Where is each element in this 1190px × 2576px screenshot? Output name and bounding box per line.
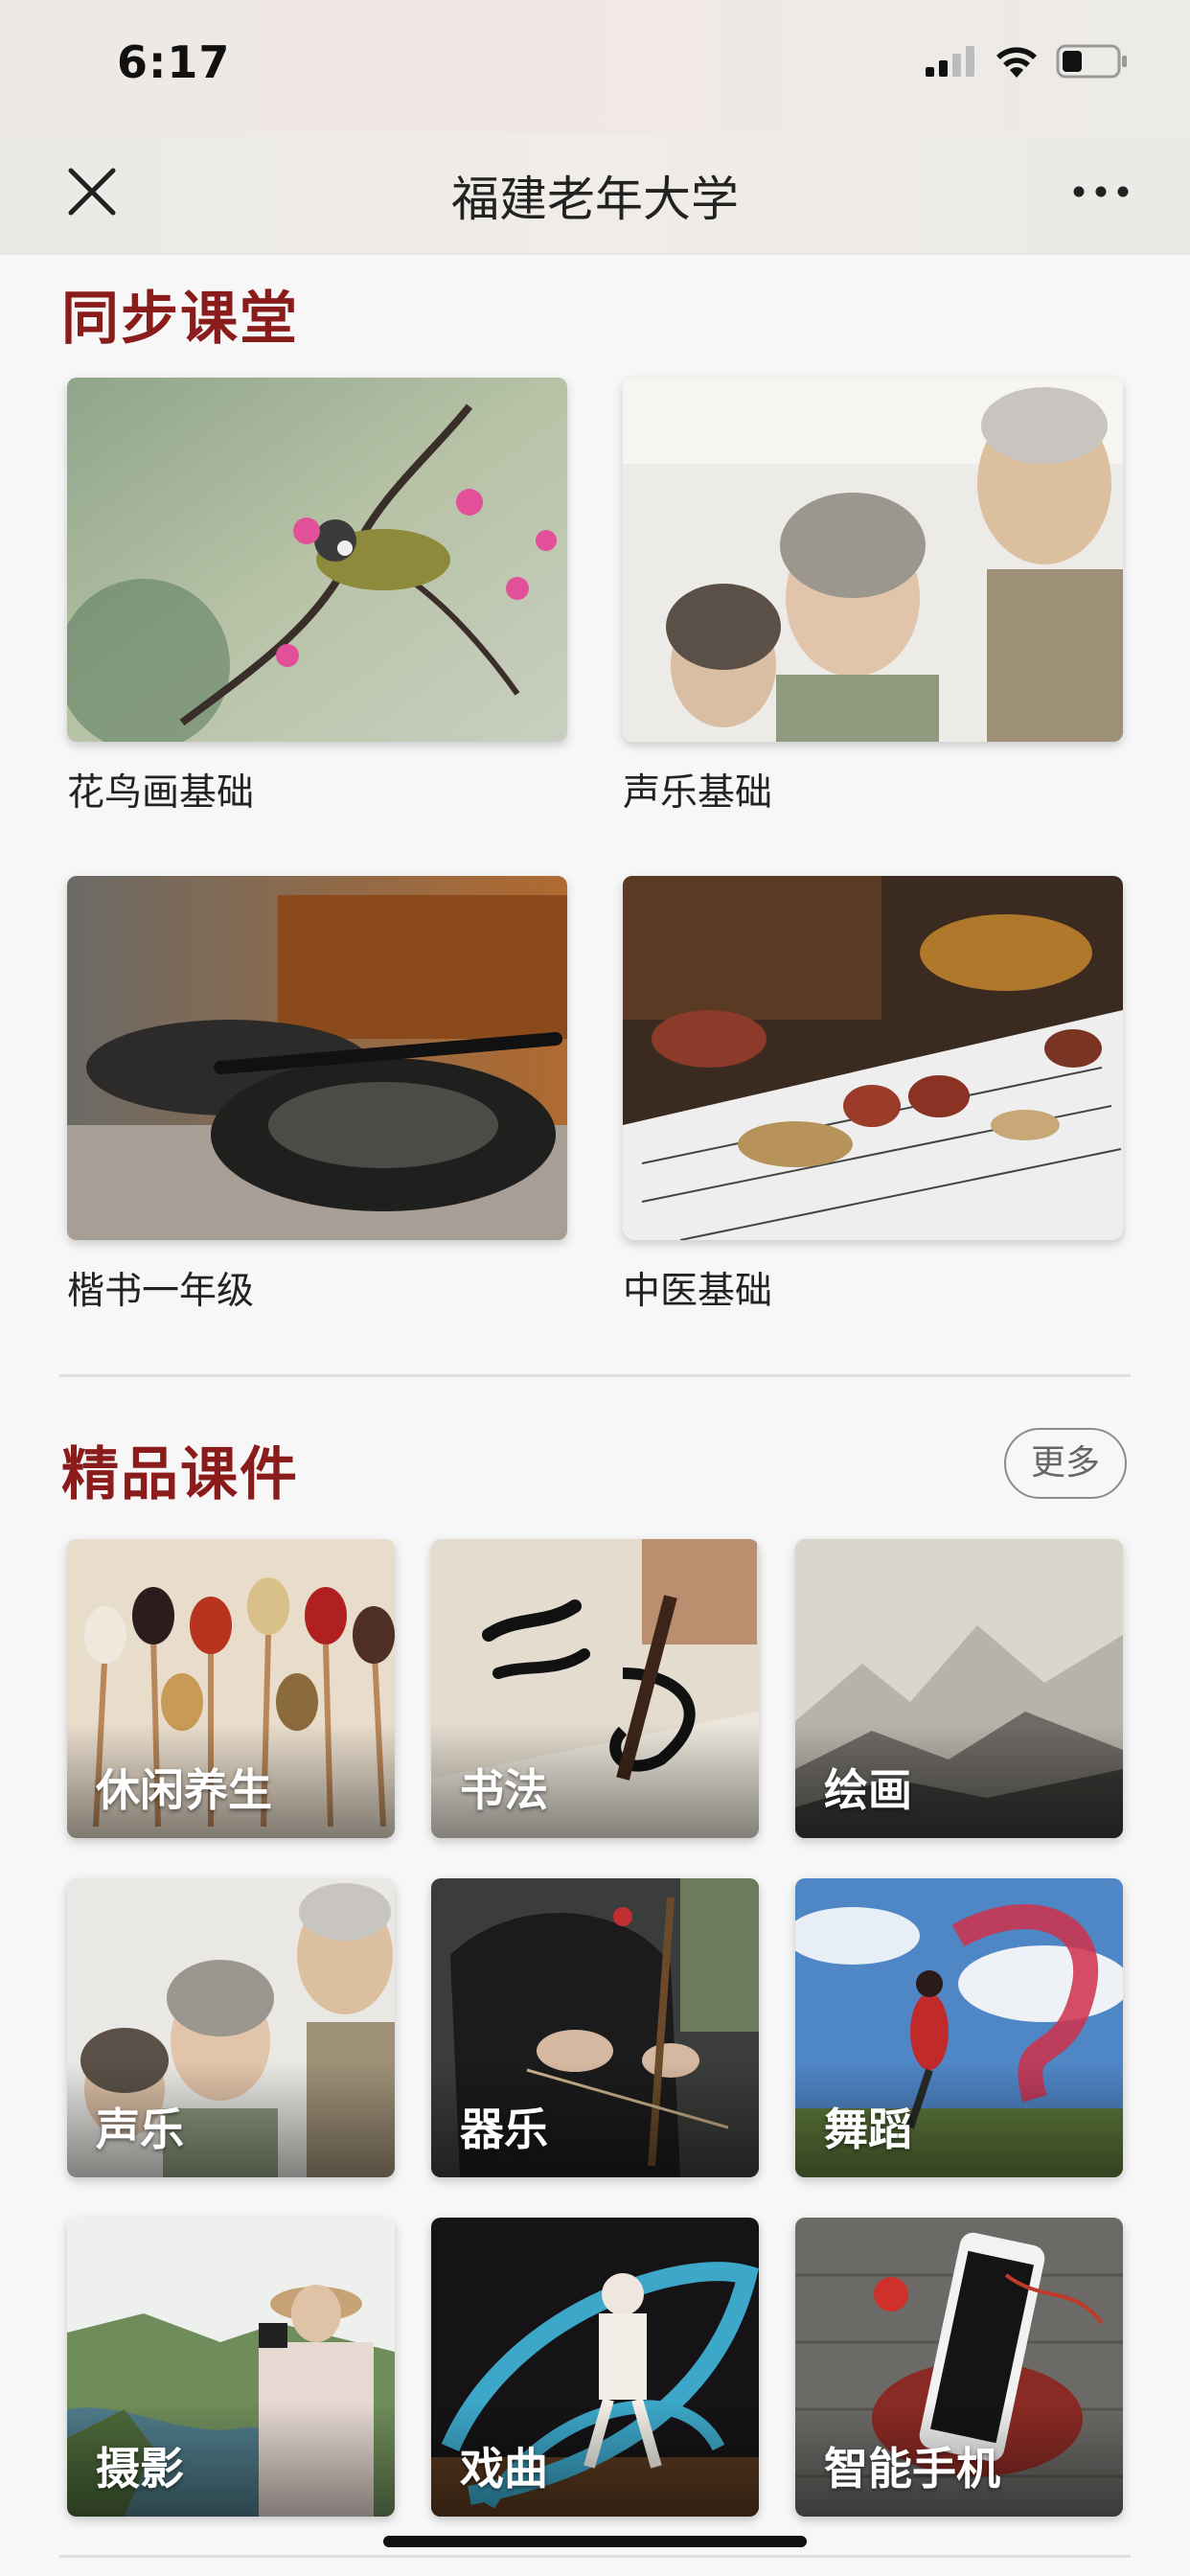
tile-label: 声乐 bbox=[96, 2104, 184, 2155]
cellular-signal-icon bbox=[926, 46, 974, 77]
wifi-icon bbox=[996, 47, 1037, 78]
more-courses-button[interactable]: 更多 bbox=[1004, 1428, 1127, 1499]
home-indicator[interactable] bbox=[383, 2536, 807, 2547]
course-card-vocal[interactable]: 声乐基础 bbox=[623, 378, 1123, 816]
nav-bar: 福建老年大学 bbox=[0, 134, 1190, 255]
premium-section-title: 精品课件 bbox=[61, 1441, 299, 1508]
tile-label: 舞蹈 bbox=[824, 2104, 912, 2155]
herbal-medicine-image bbox=[623, 876, 1123, 1240]
tile-label: 智能手机 bbox=[824, 2443, 1000, 2495]
tile-label: 摄影 bbox=[96, 2443, 184, 2495]
course-label: 楷书一年级 bbox=[67, 1270, 255, 1313]
tile-label: 绘画 bbox=[824, 1764, 912, 1816]
tile-photography[interactable]: 摄影 bbox=[67, 2218, 395, 2517]
course-label: 花鸟画基础 bbox=[67, 771, 255, 815]
seniors-singing-image bbox=[623, 378, 1123, 742]
tile-vocal[interactable]: 声乐 bbox=[67, 1878, 395, 2177]
course-card-bird-painting[interactable]: 花鸟画基础 bbox=[67, 378, 567, 816]
page-title: 福建老年大学 bbox=[451, 172, 739, 227]
course-card-tcm[interactable]: 中医基础 bbox=[623, 876, 1123, 1315]
bottom-divider bbox=[59, 2555, 1131, 2558]
bird-blossom-image bbox=[67, 378, 567, 742]
course-label: 声乐基础 bbox=[623, 771, 773, 815]
tile-smartphone[interactable]: 智能手机 bbox=[795, 2218, 1123, 2517]
tile-calligraphy[interactable]: 书法 bbox=[431, 1539, 759, 1838]
tile-opera[interactable]: 戏曲 bbox=[431, 2218, 759, 2517]
ink-stone-image bbox=[67, 876, 567, 1240]
battery-icon bbox=[1056, 44, 1127, 79]
tile-label: 休闲养生 bbox=[96, 1764, 272, 1816]
tile-label: 书法 bbox=[460, 1764, 548, 1816]
tile-label: 器乐 bbox=[460, 2104, 548, 2155]
status-icons bbox=[926, 44, 1129, 79]
tile-instrument[interactable]: 器乐 bbox=[431, 1878, 759, 2177]
course-card-calligraphy[interactable]: 楷书一年级 bbox=[67, 876, 567, 1315]
section-divider bbox=[59, 1374, 1131, 1377]
tile-dance[interactable]: 舞蹈 bbox=[795, 1878, 1123, 2177]
tile-label: 戏曲 bbox=[460, 2443, 548, 2495]
more-button[interactable] bbox=[1071, 172, 1131, 211]
more-icon bbox=[1073, 186, 1129, 197]
tile-leisure-health[interactable]: 休闲养生 bbox=[67, 1539, 395, 1838]
tile-painting[interactable]: 绘画 bbox=[795, 1539, 1123, 1838]
status-bar: 6:17 bbox=[0, 0, 1190, 134]
status-time: 6:17 bbox=[117, 36, 231, 88]
course-label: 中医基础 bbox=[623, 1270, 773, 1313]
sync-section-title: 同步课堂 bbox=[61, 286, 299, 353]
